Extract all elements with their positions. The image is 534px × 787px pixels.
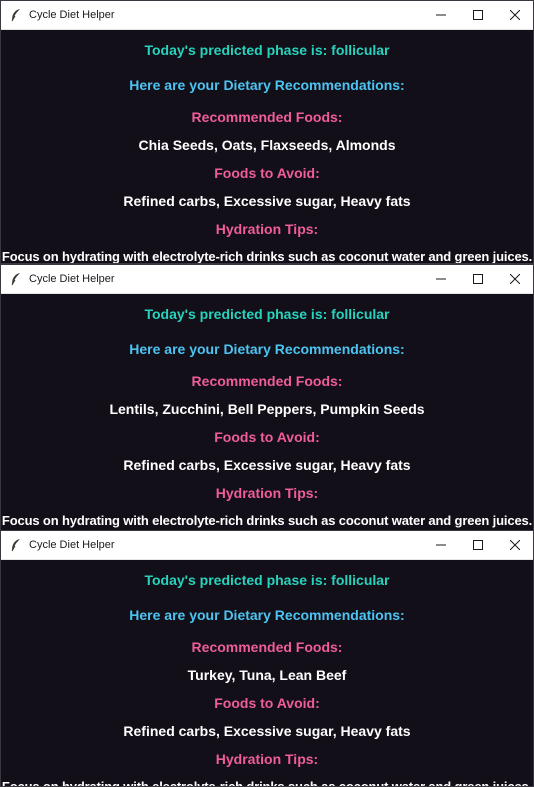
predicted-phase-text: Today's predicted phase is: follicular	[144, 572, 390, 588]
minimize-button[interactable]	[422, 1, 459, 29]
maximize-button[interactable]	[459, 531, 496, 559]
close-icon	[509, 274, 520, 284]
foods-to-avoid-label: Foods to Avoid:	[214, 695, 320, 711]
feather-icon	[9, 272, 23, 286]
recommended-foods-value: Chia Seeds, Oats, Flaxseeds, Almonds	[138, 137, 396, 153]
minimize-button[interactable]	[422, 265, 459, 293]
app-window: Cycle Diet Helper Today's predicted phas…	[0, 264, 534, 532]
maximize-icon	[472, 540, 483, 550]
maximize-button[interactable]	[459, 265, 496, 293]
app-window: Cycle Diet Helper Today's predicted phas…	[0, 530, 534, 787]
window-stack: Cycle Diet Helper Today's predicted phas…	[0, 0, 534, 787]
recommendations-heading: Here are your Dietary Recommendations:	[129, 77, 405, 93]
window-controls	[422, 531, 533, 559]
recommended-foods-value: Lentils, Zucchini, Bell Peppers, Pumpkin…	[109, 401, 425, 417]
minimize-icon	[435, 14, 446, 16]
hydration-tips-label: Hydration Tips:	[215, 221, 319, 237]
close-icon	[509, 10, 520, 20]
title-bar[interactable]: Cycle Diet Helper	[1, 265, 533, 294]
minimize-button[interactable]	[422, 531, 459, 559]
foods-to-avoid-value: Refined carbs, Excessive sugar, Heavy fa…	[123, 193, 411, 209]
predicted-phase-text: Today's predicted phase is: follicular	[144, 306, 390, 322]
window-title: Cycle Diet Helper	[29, 273, 115, 285]
close-icon	[509, 540, 520, 550]
hydration-tip-value: Focus on hydrating with electrolyte-rich…	[1, 513, 533, 528]
app-window: Cycle Diet Helper Today's predicted phas…	[0, 0, 534, 264]
window-title: Cycle Diet Helper	[29, 539, 115, 551]
hydration-tip-value: Focus on hydrating with electrolyte-rich…	[1, 779, 533, 787]
hydration-tips-label: Hydration Tips:	[215, 485, 319, 501]
minimize-icon	[435, 278, 446, 280]
minimize-icon	[435, 544, 446, 546]
title-bar[interactable]: Cycle Diet Helper	[1, 1, 533, 30]
foods-to-avoid-label: Foods to Avoid:	[214, 165, 320, 181]
feather-icon	[9, 538, 23, 552]
window-content: Today's predicted phase is: follicular H…	[1, 570, 533, 787]
close-button[interactable]	[496, 531, 533, 559]
recommended-foods-label: Recommended Foods:	[191, 639, 343, 655]
foods-to-avoid-value: Refined carbs, Excessive sugar, Heavy fa…	[123, 723, 411, 739]
close-button[interactable]	[496, 265, 533, 293]
title-bar[interactable]: Cycle Diet Helper	[1, 531, 533, 560]
foods-to-avoid-label: Foods to Avoid:	[214, 429, 320, 445]
predicted-phase-text: Today's predicted phase is: follicular	[144, 42, 390, 58]
recommendations-heading: Here are your Dietary Recommendations:	[129, 607, 405, 623]
hydration-tip-value: Focus on hydrating with electrolyte-rich…	[1, 249, 533, 264]
recommended-foods-label: Recommended Foods:	[191, 373, 343, 389]
recommended-foods-label: Recommended Foods:	[191, 109, 343, 125]
foods-to-avoid-value: Refined carbs, Excessive sugar, Heavy fa…	[123, 457, 411, 473]
recommended-foods-value: Turkey, Tuna, Lean Beef	[187, 667, 347, 683]
window-title: Cycle Diet Helper	[29, 9, 115, 21]
window-controls	[422, 265, 533, 293]
close-button[interactable]	[496, 1, 533, 29]
maximize-icon	[472, 10, 483, 20]
maximize-icon	[472, 274, 483, 284]
window-content: Today's predicted phase is: follicular H…	[1, 40, 533, 264]
recommendations-heading: Here are your Dietary Recommendations:	[129, 341, 405, 357]
feather-icon	[9, 8, 23, 22]
maximize-button[interactable]	[459, 1, 496, 29]
window-controls	[422, 1, 533, 29]
window-content: Today's predicted phase is: follicular H…	[1, 304, 533, 531]
hydration-tips-label: Hydration Tips:	[215, 751, 319, 767]
